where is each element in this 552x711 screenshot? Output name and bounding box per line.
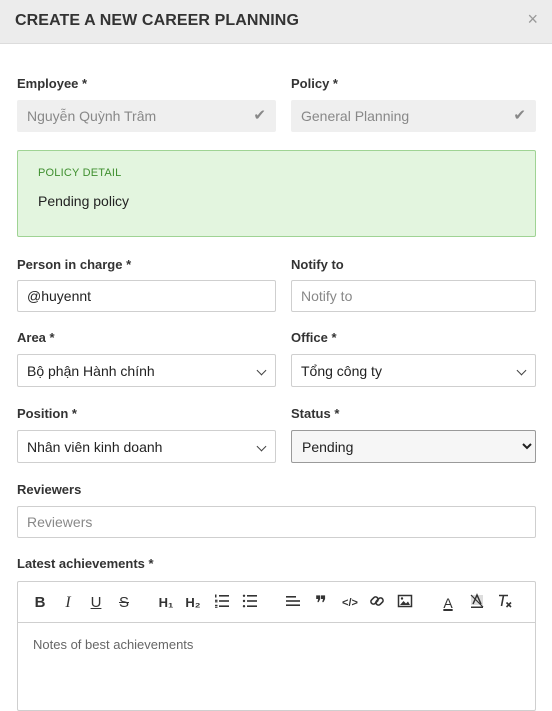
highlight-icon[interactable] bbox=[468, 593, 486, 613]
area-label: Area * bbox=[17, 330, 55, 345]
chevron-down-icon bbox=[256, 441, 267, 452]
person-in-charge-input[interactable]: @huyennt bbox=[17, 280, 276, 312]
text-color-icon[interactable]: A bbox=[440, 593, 456, 613]
check-icon: ✔ bbox=[513, 107, 526, 124]
office-value: Tổng công ty bbox=[301, 362, 382, 379]
achievements-placeholder: Notes of best achievements bbox=[33, 637, 194, 652]
italic-icon[interactable]: I bbox=[60, 593, 76, 613]
policy-detail-title: POLICY DETAIL bbox=[38, 167, 122, 179]
reviewers-input[interactable]: Reviewers bbox=[17, 506, 536, 538]
office-label: Office * bbox=[291, 330, 337, 345]
image-icon[interactable] bbox=[396, 593, 414, 613]
area-select[interactable]: Bộ phận Hành chính bbox=[17, 354, 276, 387]
notify-to-input[interactable]: Notify to bbox=[291, 280, 536, 312]
bullet-list-icon[interactable] bbox=[241, 593, 259, 613]
status-select[interactable]: Pending bbox=[291, 430, 536, 463]
office-select[interactable]: Tổng công ty bbox=[291, 354, 536, 387]
policy-detail-box: POLICY DETAIL Pending policy bbox=[17, 150, 536, 237]
employee-value: Nguyễn Quỳnh Trâm bbox=[27, 108, 157, 124]
policy-label: Policy * bbox=[291, 76, 338, 91]
link-icon[interactable] bbox=[368, 593, 386, 613]
area-value: Bộ phận Hành chính bbox=[27, 362, 155, 379]
status-label: Status * bbox=[291, 406, 340, 421]
policy-field: General Planning ✔ bbox=[291, 100, 536, 132]
strikethrough-icon[interactable]: S bbox=[116, 593, 132, 613]
reviewers-label: Reviewers bbox=[17, 482, 82, 497]
policy-value: General Planning bbox=[301, 108, 410, 124]
underline-icon[interactable]: U bbox=[88, 593, 104, 613]
modal-header: CREATE A NEW CAREER PLANNING × bbox=[0, 0, 552, 44]
quote-icon[interactable]: ❞ bbox=[312, 593, 330, 613]
employee-label: Employee * bbox=[17, 76, 88, 91]
chevron-down-icon bbox=[516, 365, 527, 376]
person-in-charge-value: @huyennt bbox=[27, 288, 92, 304]
heading-2-icon[interactable]: H₂ bbox=[183, 593, 203, 613]
position-label: Position * bbox=[17, 406, 77, 421]
heading-1-icon[interactable]: H₁ bbox=[156, 593, 176, 613]
align-left-icon[interactable] bbox=[284, 593, 302, 613]
check-icon: ✔ bbox=[253, 107, 266, 124]
code-icon[interactable]: </> bbox=[339, 593, 361, 613]
position-value: Nhân viên kinh doanh bbox=[27, 438, 163, 455]
chevron-down-icon bbox=[256, 365, 267, 376]
person-in-charge-label: Person in charge * bbox=[17, 257, 132, 272]
clear-format-icon[interactable] bbox=[496, 593, 514, 613]
modal-title: CREATE A NEW CAREER PLANNING bbox=[15, 12, 299, 29]
reviewers-placeholder: Reviewers bbox=[27, 514, 93, 530]
bold-icon[interactable]: B bbox=[32, 593, 48, 613]
notify-to-placeholder: Notify to bbox=[301, 288, 353, 304]
close-icon[interactable]: × bbox=[527, 10, 538, 28]
notify-to-label: Notify to bbox=[291, 257, 344, 272]
editor-toolbar: B I U S H₁ H₂ ❞ </> A bbox=[18, 582, 535, 623]
employee-field: Nguyễn Quỳnh Trâm ✔ bbox=[17, 100, 276, 132]
achievements-label: Latest achievements * bbox=[17, 556, 154, 571]
achievements-editor[interactable]: B I U S H₁ H₂ ❞ </> A Notes of best achi… bbox=[17, 581, 536, 711]
policy-detail-text: Pending policy bbox=[38, 193, 130, 209]
ordered-list-icon[interactable] bbox=[213, 593, 231, 613]
position-select[interactable]: Nhân viên kinh doanh bbox=[17, 430, 276, 463]
